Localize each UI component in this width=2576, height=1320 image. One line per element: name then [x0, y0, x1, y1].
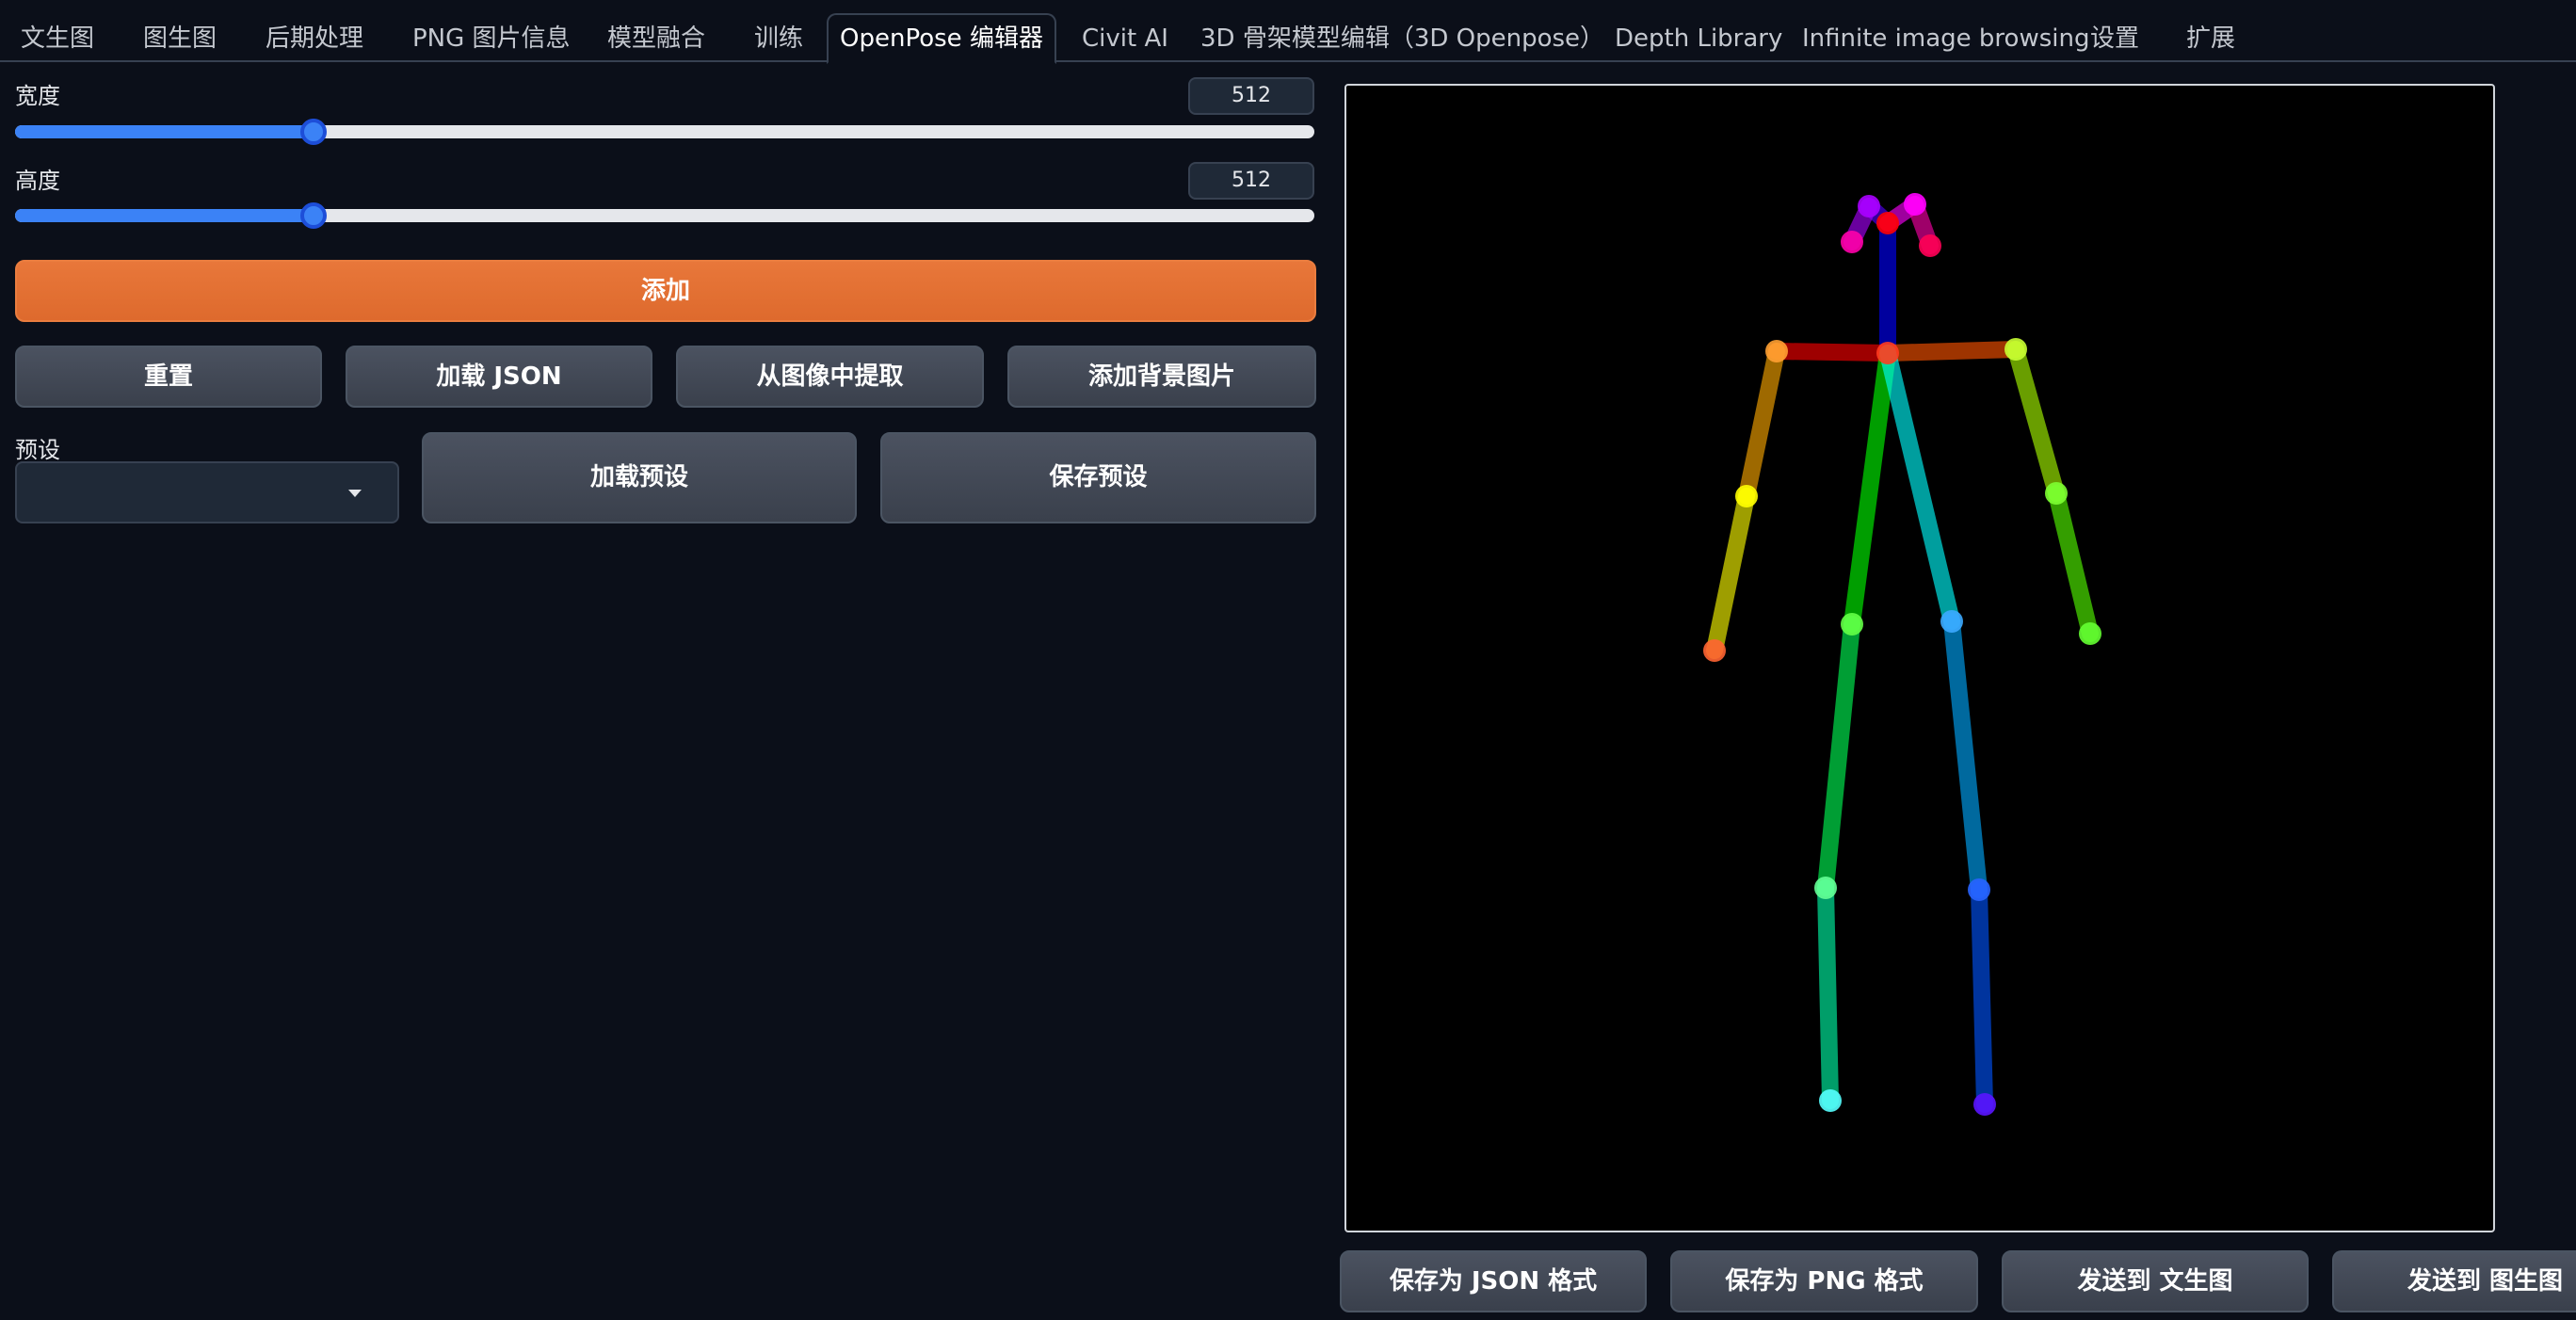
send-to-img2img-button[interactable]: 发送到 图生图 [2332, 1250, 2576, 1312]
width-number-input[interactable]: 512 [1188, 77, 1314, 115]
keypoint-lear[interactable] [1919, 234, 1941, 257]
height-number-input[interactable]: 512 [1188, 162, 1314, 200]
tab-train[interactable]: 训练 [754, 15, 803, 62]
height-label: 高度 [15, 168, 60, 194]
save-json-button[interactable]: 保存为 JSON 格式 [1340, 1250, 1647, 1312]
tab-txt2img[interactable]: 文生图 [21, 15, 94, 62]
keypoint-lhip[interactable] [1940, 610, 1963, 633]
tab-openpose-editor[interactable]: OpenPose 编辑器 [827, 13, 1056, 64]
limb-neck-rsho [1768, 343, 1896, 362]
keypoint-rhip[interactable] [1841, 613, 1863, 636]
save-png-button[interactable]: 保存为 PNG 格式 [1670, 1250, 1978, 1312]
chevron-down-icon [348, 490, 362, 497]
tab-3d-openpose[interactable]: 3D 骨架模型编辑（3D Openpose） [1200, 15, 1604, 62]
width-slider-thumb[interactable] [300, 119, 328, 145]
keypoint-rsho[interactable] [1765, 340, 1788, 362]
load-json-button[interactable]: 加载 JSON [346, 346, 652, 408]
keypoint-lknee[interactable] [1968, 878, 1990, 901]
save-preset-button[interactable]: 保存预设 [880, 432, 1316, 523]
keypoint-lsho[interactable] [2004, 338, 2027, 361]
send-to-txt2img-button[interactable]: 发送到 文生图 [2002, 1250, 2309, 1312]
width-label: 宽度 [15, 83, 60, 109]
keypoint-rank[interactable] [1819, 1089, 1842, 1112]
preset-label: 预设 [15, 437, 60, 463]
keypoint-rknee[interactable] [1814, 877, 1837, 899]
width-slider[interactable] [15, 119, 1314, 145]
limb-relb-rwri [1706, 488, 1755, 659]
height-slider[interactable] [15, 202, 1314, 229]
limb-rsho-relb [1738, 343, 1785, 505]
height-slider-thumb[interactable] [300, 202, 328, 229]
limb-rhip-rknee [1817, 616, 1860, 896]
tab-postprocess[interactable]: 后期处理 [266, 15, 363, 62]
tab-bar: 文生图 图生图 后期处理 PNG 图片信息 模型融合 训练 OpenPose 编… [0, 0, 2576, 64]
add-button[interactable]: 添加 [15, 260, 1316, 322]
keypoint-rwri[interactable] [1703, 639, 1726, 662]
keypoint-rear[interactable] [1841, 231, 1863, 253]
keypoint-leye[interactable] [1904, 193, 1926, 216]
limb-lelb-lwri [2048, 485, 2099, 642]
tab-civit-ai[interactable]: Civit AI [1082, 15, 1168, 62]
limb-neck-lsho [1879, 341, 2024, 362]
keypoint-neck[interactable] [1876, 342, 1899, 364]
tab-extensions[interactable]: 扩展 [2186, 15, 2235, 62]
limb-rknee-rank [1817, 879, 1839, 1109]
extract-from-image-button[interactable]: 从图像中提取 [676, 346, 984, 408]
width-slider-fill [15, 125, 314, 138]
limb-lknee-lank [1971, 881, 1993, 1113]
tab-model-merge[interactable]: 模型融合 [607, 15, 705, 62]
keypoint-relb[interactable] [1735, 485, 1758, 507]
keypoint-lank[interactable] [1973, 1093, 1996, 1116]
pose-skeleton[interactable] [1346, 86, 2493, 1231]
keypoint-nose[interactable] [1876, 212, 1899, 234]
keypoint-lelb[interactable] [2045, 482, 2068, 505]
keypoint-reye[interactable] [1858, 195, 1880, 217]
tab-png-info[interactable]: PNG 图片信息 [412, 15, 571, 62]
reset-button[interactable]: 重置 [15, 346, 322, 408]
limb-lhip-lknee [1943, 613, 1988, 898]
height-slider-fill [15, 209, 314, 222]
add-background-image-button[interactable]: 添加背景图片 [1007, 346, 1316, 408]
tab-settings[interactable]: 设置 [2090, 15, 2139, 62]
tab-img2img[interactable]: 图生图 [143, 15, 217, 62]
keypoint-lwri[interactable] [2079, 622, 2101, 645]
preset-dropdown[interactable] [15, 461, 399, 523]
limb-neck-rhip [1843, 345, 1896, 633]
tab-depth-library[interactable]: Depth Library [1615, 15, 1782, 62]
limb-neck-lhip [1879, 345, 1960, 630]
limb-lsho-lelb [2007, 341, 2065, 502]
tab-infinite-image-browsing[interactable]: Infinite image browsing [1802, 15, 2089, 62]
openpose-canvas[interactable] [1344, 84, 2495, 1232]
load-preset-button[interactable]: 加载预设 [422, 432, 857, 523]
